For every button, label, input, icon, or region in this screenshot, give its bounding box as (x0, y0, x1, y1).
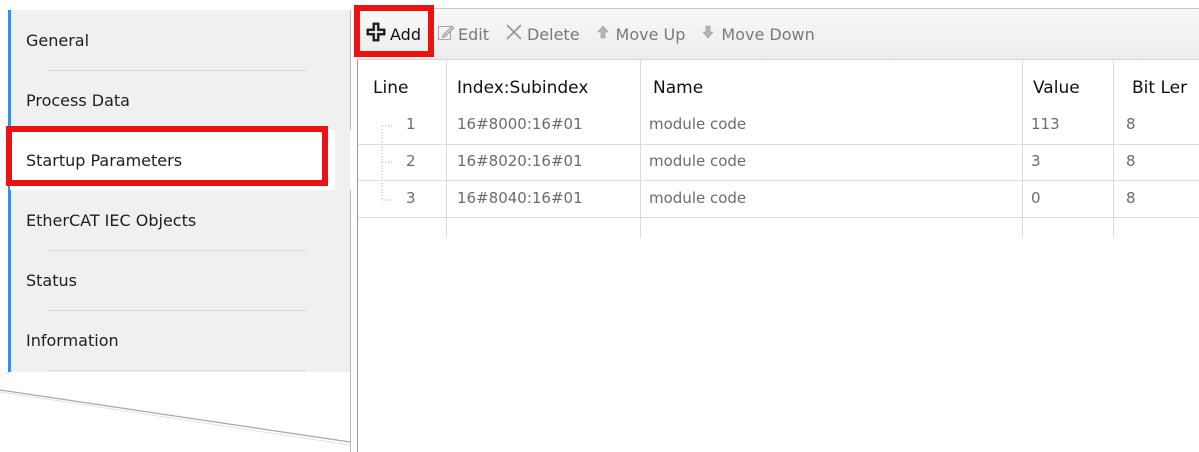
column-header-label: Bit Ler (1132, 78, 1188, 98)
cell-line: 3 (406, 189, 416, 207)
sidebar-item-label: Information (26, 330, 119, 350)
cell-line: 1 (406, 115, 416, 133)
move-up-button[interactable]: Move Up (588, 20, 694, 48)
sidebar-item-ethercat-iec-objects[interactable]: EtherCAT IEC Objects (10, 190, 350, 250)
column-header-index[interactable]: Index:Subindex (457, 60, 588, 116)
cell-value: 113 (1031, 115, 1060, 133)
sidebar-item-label: EtherCAT IEC Objects (26, 210, 197, 230)
sidebar-item-label: Status (26, 270, 77, 290)
column-divider (446, 60, 447, 238)
row-divider (358, 217, 1199, 218)
highlight-box-startup-parameters (6, 126, 328, 186)
toolbar: Add Edit Delete Move Up Move Down (357, 8, 1199, 60)
cell-value: 0 (1031, 189, 1041, 207)
column-divider (1022, 60, 1023, 238)
cell-line: 2 (406, 152, 416, 170)
sidebar-divider (48, 370, 306, 371)
pencil-icon (437, 23, 455, 45)
sidebar-item-general[interactable]: General (10, 10, 350, 70)
cell-value: 3 (1031, 152, 1041, 170)
cell-index: 16#8020:16#01 (457, 152, 583, 170)
delete-button-label: Delete (526, 24, 580, 44)
sidebar-item-label: Process Data (26, 90, 130, 110)
move-up-button-label: Move Up (615, 24, 686, 44)
cell-bit-length: 8 (1126, 189, 1136, 207)
cell-name: module code (649, 115, 747, 133)
highlight-box-add-button (354, 5, 434, 57)
tree-connectors (381, 125, 394, 201)
column-header-label: Value (1033, 78, 1080, 98)
edit-button[interactable]: Edit (429, 20, 497, 48)
startup-parameters-table: Line Index:Subindex Name Value Bit Ler 1… (357, 60, 1199, 452)
sidebar-item-label: General (26, 30, 90, 50)
move-down-button[interactable]: Move Down (693, 20, 822, 48)
column-header-label: Name (653, 78, 704, 98)
cell-bit-length: 8 (1126, 115, 1136, 133)
sidebar-item-status[interactable]: Status (10, 250, 350, 310)
move-down-button-label: Move Down (721, 24, 815, 44)
row-divider (358, 144, 1199, 145)
arrow-down-icon (701, 24, 715, 44)
cell-index: 16#8000:16#01 (457, 115, 583, 133)
column-header-name[interactable]: Name (653, 60, 703, 116)
sidebar-item-process-data[interactable]: Process Data (10, 70, 350, 130)
delete-button[interactable]: Delete (497, 20, 588, 48)
x-icon (505, 23, 523, 45)
column-header-bit-length[interactable]: Bit Ler (1132, 60, 1187, 116)
column-divider (640, 60, 641, 238)
cell-name: module code (649, 189, 747, 207)
tab-edge (350, 10, 351, 130)
column-header-value[interactable]: Value (1033, 60, 1080, 116)
row-divider (358, 180, 1199, 181)
column-divider (1113, 60, 1114, 238)
arrow-up-icon (596, 24, 610, 44)
cell-bit-length: 8 (1126, 152, 1136, 170)
sidebar-item-information[interactable]: Information (10, 310, 350, 370)
sidebar: General Process Data Startup Parameters … (0, 0, 355, 452)
cell-name: module code (649, 152, 747, 170)
column-header-label: Index:Subindex (457, 78, 589, 98)
edit-button-label: Edit (457, 24, 489, 44)
cell-index: 16#8040:16#01 (457, 189, 583, 207)
sidebar-bottom-edge (0, 372, 351, 446)
